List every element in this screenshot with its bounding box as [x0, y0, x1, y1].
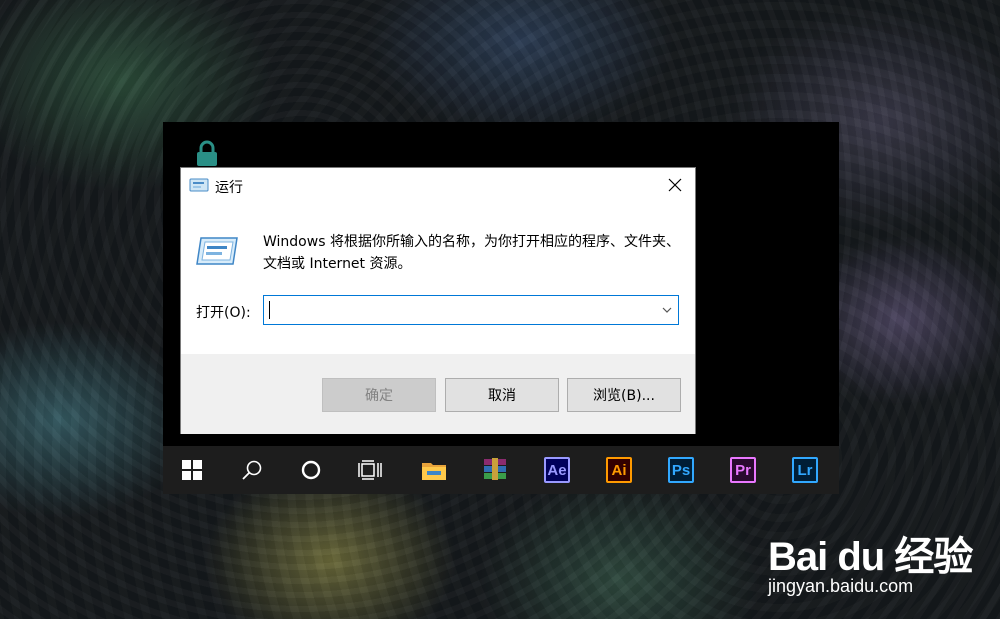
ok-button[interactable]: 确定: [322, 378, 436, 412]
cortana-icon: [301, 460, 321, 480]
search-button[interactable]: [228, 446, 276, 494]
dialog-titlebar[interactable]: 运行: [181, 168, 695, 202]
cancel-button[interactable]: 取消: [445, 378, 559, 412]
taskbar-photoshop[interactable]: Ps: [657, 446, 705, 494]
task-view-button[interactable]: [346, 446, 394, 494]
baidu-watermark: Bai du 经验 jingyan.baidu.com: [760, 510, 990, 610]
browse-button[interactable]: 浏览(B)...: [567, 378, 681, 412]
windows-start-icon: [182, 460, 202, 480]
photoshop-icon: Ps: [668, 457, 694, 483]
taskbar-premiere[interactable]: Pr: [719, 446, 767, 494]
winrar-icon: [484, 458, 506, 480]
run-app-icon: [189, 178, 209, 192]
task-view-icon: [358, 460, 382, 480]
run-large-icon: [196, 237, 238, 265]
after-effects-icon: Ae: [544, 457, 570, 483]
file-explorer-icon: [422, 463, 446, 480]
dialog-title: 运行: [215, 180, 243, 196]
taskbar-illustrator[interactable]: Ai: [595, 446, 643, 494]
lock-icon: [197, 140, 217, 166]
taskbar-winrar[interactable]: [471, 446, 519, 494]
premiere-icon: Pr: [730, 457, 756, 483]
search-icon: [242, 460, 262, 480]
dialog-description: Windows 将根据你所输入的名称，为你打开相应的程序、文件夹、文档或 Int…: [263, 234, 680, 272]
open-input[interactable]: [263, 295, 679, 325]
taskbar: Ae Ai Ps Pr Lr: [163, 446, 839, 494]
cortana-button[interactable]: [287, 446, 335, 494]
watermark-url: jingyan.baidu.com: [768, 576, 914, 596]
taskbar-lightroom[interactable]: Lr: [781, 446, 829, 494]
watermark-logo: Bai du 经验: [768, 535, 973, 579]
close-icon: [668, 178, 682, 192]
lightroom-icon: Lr: [792, 457, 818, 483]
dialog-footer: 确定 取消 浏览(B)...: [181, 354, 695, 434]
start-button[interactable]: [168, 446, 216, 494]
close-button[interactable]: [655, 168, 695, 202]
taskbar-file-explorer[interactable]: [410, 446, 458, 494]
open-label: 打开(O):: [196, 305, 251, 321]
text-caret: [269, 301, 270, 319]
taskbar-after-effects[interactable]: Ae: [533, 446, 581, 494]
illustrator-icon: Ai: [606, 457, 632, 483]
run-dialog: 运行 Windows 将根据你所输入的名称，为你打开相应的程序、文件夹、文档或 …: [180, 167, 696, 434]
chevron-down-icon[interactable]: [662, 306, 672, 314]
